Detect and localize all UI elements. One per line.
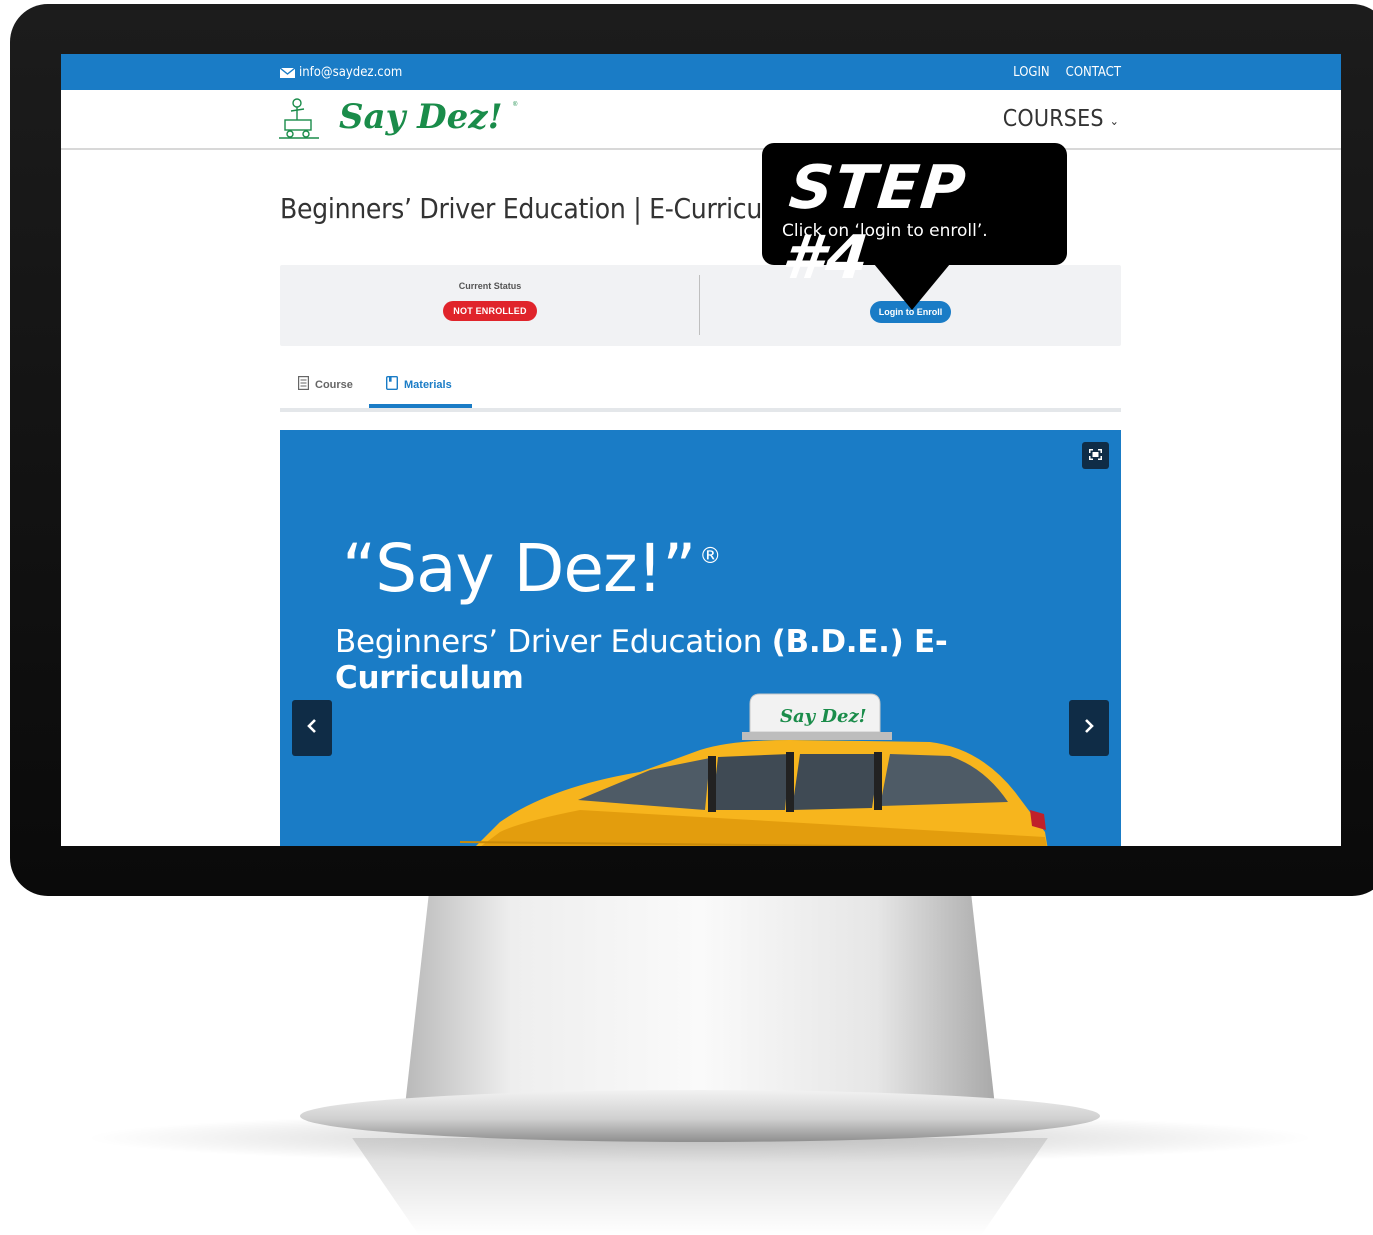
active-tab-indicator [369,404,472,408]
chevron-down-icon: ⌄ [1109,114,1119,128]
monitor-stand-base [300,1090,1100,1142]
contact-link[interactable]: CONTACT [1066,65,1121,80]
courses-menu-label: COURSES [1002,106,1104,132]
email-text: info@saydez.com [299,65,403,80]
slide-subtitle-light: Beginners’ Driver Education [335,624,763,660]
taxi-image: Say Dez! [460,693,1048,846]
slide-subtitle: Beginners’ Driver Education (B.D.E.) E-C… [335,624,1121,696]
logo-image: Say Dez! ® [279,97,518,139]
carousel-next-button[interactable] [1069,700,1109,756]
book-icon [385,375,399,393]
status-badge: NOT ENROLLED [443,301,537,321]
top-bar: info@saydez.com LOGIN CONTACT [61,54,1341,90]
current-status-label: Current Status [458,281,522,291]
svg-text:Say Dez!: Say Dez! [339,97,503,137]
top-links: LOGIN CONTACT [1013,65,1121,80]
monitor-screen: info@saydez.com LOGIN CONTACT Say Dez! ®… [61,54,1341,846]
chevron-right-icon [1084,718,1094,738]
chevron-left-icon [307,718,317,738]
slide-title: “Say Dez!” ® [342,530,721,607]
page-title: Beginners’ Driver Education | E-Curricul… [280,192,809,225]
monitor-stand-reflection [352,1138,1048,1235]
logo[interactable]: Say Dez! ® [277,94,537,144]
envelope-icon [280,67,295,78]
fullscreen-button[interactable] [1082,442,1109,469]
step-callout: STEP #4 Click on ‘login to enroll’. [762,143,1067,293]
materials-carousel: “Say Dez!” ® Beginners’ Driver Education … [280,430,1121,846]
tab-materials-label: Materials [404,378,452,391]
carousel-prev-button[interactable] [292,700,332,756]
callout-pointer [874,264,950,310]
email-link[interactable]: info@saydez.com [280,65,402,80]
monitor-stand-neck [405,896,995,1106]
tab-course[interactable]: Course [298,376,353,393]
fullscreen-icon [1089,447,1102,465]
tab-course-label: Course [315,378,353,391]
document-icon [298,376,310,393]
current-status-section: Current Status NOT ENROLLED [280,265,700,346]
slide-title-text: “Say Dez!” [342,530,696,607]
content-tabs: Course Materials [280,366,1121,412]
courses-menu[interactable]: COURSES ⌄ [1003,106,1119,132]
login-link[interactable]: LOGIN [1013,65,1050,80]
registered-mark: ® [699,544,721,569]
tab-materials[interactable]: Materials [385,375,452,393]
site-header: Say Dez! ® COURSES ⌄ [61,90,1341,150]
svg-text:Say Dez!: Say Dez! [780,706,867,727]
svg-text:®: ® [513,101,518,108]
callout-text: Click on ‘login to enroll’. [782,221,988,241]
